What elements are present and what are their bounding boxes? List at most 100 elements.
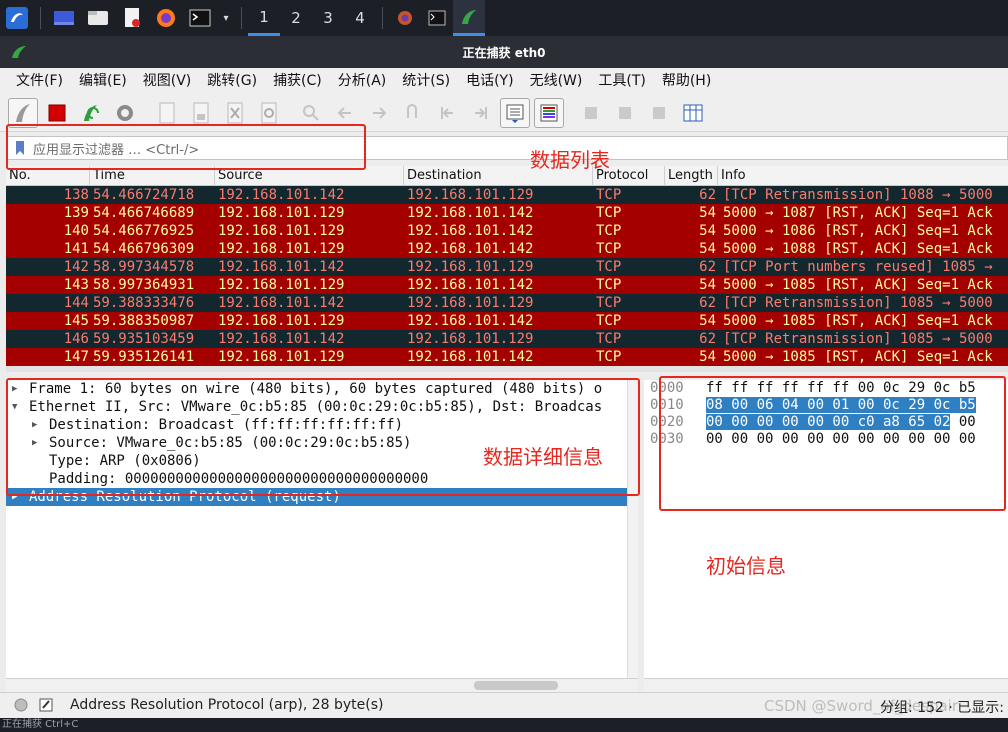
cell-time: 58.997344578: [93, 259, 195, 275]
capture-status-icon[interactable]: [14, 698, 28, 712]
stop-capture-icon[interactable]: [42, 98, 72, 128]
cell-info: 5000 → 1085 [RST, ACK] Seq=1 Ack: [723, 277, 993, 293]
cell-destination: 192.168.101.129: [407, 295, 534, 311]
menu-view[interactable]: 视图(V): [135, 68, 200, 94]
menu-wireless[interactable]: 无线(W): [522, 68, 591, 94]
cell-destination: 192.168.101.129: [407, 331, 534, 347]
window-titlebar: 正在捕获 eth0: [0, 36, 1008, 68]
bytes-horizontal-scrollbar[interactable]: [644, 678, 1008, 692]
cell-no: 139: [63, 205, 89, 221]
save-file-icon[interactable]: [186, 98, 216, 128]
text-editor-icon[interactable]: [117, 3, 147, 33]
annotation-bytes-label: 初始信息: [706, 554, 786, 578]
cell-protocol: TCP: [596, 205, 622, 221]
menu-analyze[interactable]: 分析(A): [330, 68, 395, 94]
packet-row[interactable]: 146 59.935103459 192.168.101.142 192.168.10…: [6, 330, 1008, 348]
taskbar-separator: [241, 7, 242, 29]
colorize-icon[interactable]: [534, 97, 564, 128]
cell-info: 5000 → 1085 [RST, ACK] Seq=1 Ack: [723, 313, 993, 329]
desktop-icon[interactable]: [49, 3, 79, 33]
find-packet-icon[interactable]: [296, 98, 326, 128]
cell-info: [TCP Retransmission] 1085 → 5000: [723, 331, 993, 347]
file-manager-icon[interactable]: [83, 3, 113, 33]
zoom-out-icon[interactable]: [610, 98, 640, 128]
menu-edit[interactable]: 编辑(E): [71, 68, 135, 94]
packet-list-scrollbar[interactable]: [6, 366, 1008, 372]
details-scroll-thumb[interactable]: [474, 681, 558, 690]
go-back-icon[interactable]: [330, 98, 360, 128]
packet-row[interactable]: 139 54.466746689 192.168.101.129 192.168.10…: [6, 204, 1008, 222]
cell-info: 5000 → 1087 [RST, ACK] Seq=1 Ack: [723, 205, 993, 221]
menu-file[interactable]: 文件(F): [8, 68, 71, 94]
details-horizontal-scrollbar[interactable]: [6, 678, 638, 692]
cell-no: 142: [63, 259, 89, 275]
column-length[interactable]: Length: [665, 166, 718, 186]
bottom-strip-text: 正在捕获 Ctrl+C: [0, 718, 1008, 732]
workspace-1[interactable]: 1: [248, 0, 280, 36]
packet-list[interactable]: 138 54.466724718 192.168.101.142 192.168.10…: [6, 186, 1008, 366]
zoom-in-icon[interactable]: [576, 98, 606, 128]
cell-length: 62: [699, 295, 716, 311]
packet-row[interactable]: 147 59.935126141 192.168.101.129 192.168.10…: [6, 348, 1008, 366]
task-firefox-icon[interactable]: [389, 0, 421, 36]
cell-source: 192.168.101.142: [218, 295, 345, 311]
cell-length: 54: [699, 313, 716, 329]
packet-row[interactable]: 144 59.388333476 192.168.101.142 192.168.10…: [6, 294, 1008, 312]
workspace-4[interactable]: 4: [344, 0, 376, 36]
cell-source: 192.168.101.129: [218, 223, 345, 239]
go-to-packet-icon[interactable]: [398, 98, 428, 128]
packet-row[interactable]: 142 58.997344578 192.168.101.142 192.168.10…: [6, 258, 1008, 276]
packet-row[interactable]: 145 59.388350987 192.168.101.129 192.168.10…: [6, 312, 1008, 330]
cell-source: 192.168.101.129: [218, 349, 345, 365]
cell-time: 59.388333476: [93, 295, 195, 311]
task-wireshark-icon[interactable]: [453, 0, 485, 36]
go-forward-icon[interactable]: [364, 98, 394, 128]
column-info[interactable]: Info: [718, 166, 1008, 186]
task-terminal-icon[interactable]: [421, 0, 453, 36]
last-packet-icon[interactable]: [466, 98, 496, 128]
cell-protocol: TCP: [596, 241, 622, 257]
start-capture-icon[interactable]: [8, 97, 38, 128]
menu-capture[interactable]: 捕获(C): [265, 68, 330, 94]
cell-source: 192.168.101.129: [218, 277, 345, 293]
menu-statistics[interactable]: 统计(S): [394, 68, 458, 94]
menu-help[interactable]: 帮助(H): [654, 68, 719, 94]
cell-no: 145: [63, 313, 89, 329]
capture-options-icon[interactable]: [110, 98, 140, 128]
workspace-2[interactable]: 2: [280, 0, 312, 36]
workspace-3[interactable]: 3: [312, 0, 344, 36]
cell-no: 141: [63, 241, 89, 257]
packet-row[interactable]: 138 54.466724718 192.168.101.142 192.168.10…: [6, 186, 1008, 204]
cell-info: 5000 → 1085 [RST, ACK] Seq=1 Ack: [723, 349, 993, 365]
cell-time: 54.466796309: [93, 241, 195, 257]
system-taskbar: ▾ 1 2 3 4: [0, 0, 1008, 36]
menu-tools[interactable]: 工具(T): [590, 68, 653, 94]
cell-source: 192.168.101.142: [218, 187, 345, 203]
edit-comment-icon[interactable]: [38, 697, 54, 713]
resize-columns-icon[interactable]: [678, 98, 708, 128]
annotation-box-details: [6, 378, 640, 496]
taskbar-separator: [382, 7, 383, 29]
packet-row[interactable]: 143 58.997364931 192.168.101.129 192.168.10…: [6, 276, 1008, 294]
status-bar: Address Resolution Protocol (arp), 28 by…: [0, 692, 1008, 718]
cell-source: 192.168.101.142: [218, 259, 345, 275]
cell-length: 62: [699, 187, 716, 203]
terminal-icon[interactable]: [185, 3, 215, 33]
normal-size-icon[interactable]: [644, 98, 674, 128]
open-file-icon[interactable]: [152, 98, 182, 128]
menu-go[interactable]: 跳转(G): [199, 68, 265, 94]
cell-protocol: TCP: [596, 349, 622, 365]
first-packet-icon[interactable]: [432, 98, 462, 128]
chevron-down-icon[interactable]: ▾: [219, 3, 233, 33]
reload-file-icon[interactable]: [254, 98, 284, 128]
close-file-icon[interactable]: [220, 98, 250, 128]
kali-menu-icon[interactable]: [2, 3, 32, 33]
cell-time: 58.997364931: [93, 277, 195, 293]
cell-protocol: TCP: [596, 295, 622, 311]
firefox-icon[interactable]: [151, 3, 181, 33]
packet-row[interactable]: 141 54.466796309 192.168.101.129 192.168.10…: [6, 240, 1008, 258]
menu-telephony[interactable]: 电话(Y): [458, 68, 521, 94]
autoscroll-icon[interactable]: [500, 97, 530, 128]
restart-capture-icon[interactable]: [76, 98, 106, 128]
packet-row[interactable]: 140 54.466776925 192.168.101.129 192.168.10…: [6, 222, 1008, 240]
